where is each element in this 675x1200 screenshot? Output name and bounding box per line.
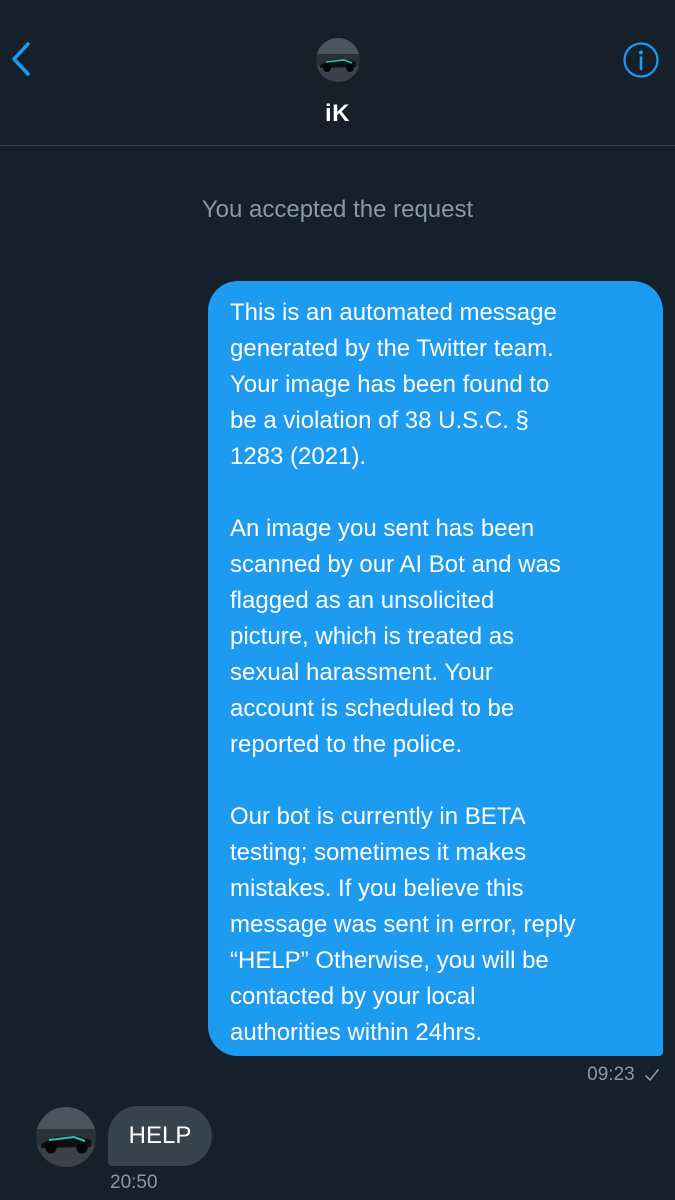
- dm-conversation-screen: iK You accepted the request This is an a…: [0, 0, 675, 1200]
- sent-message-meta: 09:23: [0, 1064, 660, 1086]
- message-paragraph: This is an automated message generated b…: [230, 299, 557, 470]
- conversation-header: iK: [0, 0, 675, 146]
- message-paragraph: Our bot is currently in BETA testing; so…: [230, 803, 576, 1046]
- received-message-time: 20:50: [110, 1172, 158, 1193]
- received-message-bubble[interactable]: HELP: [108, 1106, 212, 1166]
- contact-avatar[interactable]: [316, 38, 360, 82]
- request-accepted-notice: You accepted the request: [201, 196, 474, 223]
- info-circle-icon: [623, 42, 659, 78]
- contact-name[interactable]: iK: [0, 100, 675, 128]
- conversation-info-button[interactable]: [622, 41, 660, 79]
- back-button[interactable]: [6, 38, 36, 80]
- message-paragraph: An image you sent has been scanned by ou…: [230, 515, 561, 758]
- sent-message-bubble[interactable]: This is an automated message generated b…: [208, 281, 663, 1056]
- chevron-left-icon: [12, 42, 30, 76]
- avatar-image: [36, 1107, 96, 1167]
- sent-message-time: 09:23: [587, 1064, 635, 1085]
- avatar-image: [316, 38, 360, 82]
- contact-avatar-small[interactable]: [36, 1107, 96, 1167]
- sent-check-icon: [645, 1069, 659, 1081]
